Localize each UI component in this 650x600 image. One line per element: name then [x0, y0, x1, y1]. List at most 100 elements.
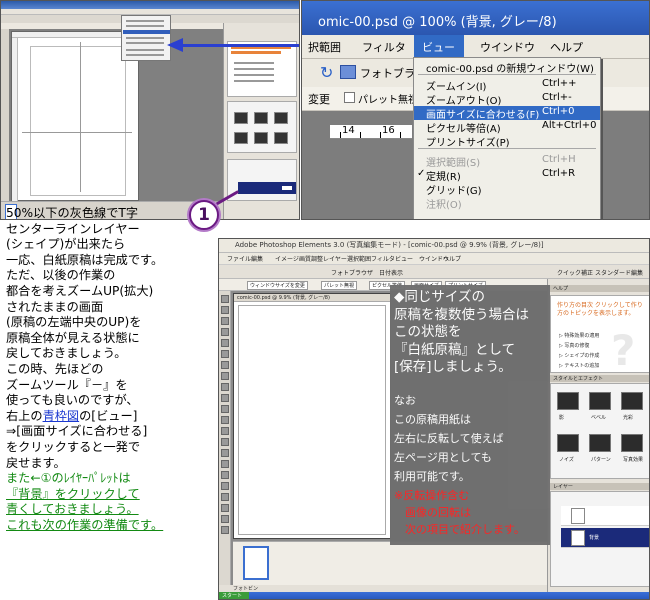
ruler-tick — [380, 132, 381, 138]
tool-icon[interactable] — [221, 317, 229, 325]
tool-icon[interactable] — [221, 449, 229, 457]
style-swatch[interactable] — [621, 392, 643, 410]
view-menu-item[interactable]: グリッド(G) — [414, 182, 600, 197]
tool-icon[interactable] — [221, 394, 229, 402]
style-swatch[interactable] — [557, 434, 579, 452]
note-line: なお — [394, 393, 416, 407]
layer-name: 背景 — [589, 535, 600, 541]
mini-help-line — [234, 68, 274, 70]
date-view-button[interactable]: 日付表示 — [379, 268, 403, 277]
ruler-tick — [340, 132, 341, 138]
help-item[interactable]: ▷ シェイプの作成 — [559, 352, 599, 359]
style-swatch[interactable] — [589, 434, 611, 452]
menu-view[interactable]: ビュー — [414, 35, 464, 59]
style-swatch[interactable] — [557, 392, 579, 410]
note-warning-line: 画像の回転は — [394, 505, 471, 519]
view-menu-item[interactable]: ズームイン(I) Ctrl++ — [414, 78, 600, 93]
quick-fix-button[interactable]: クイック補正 — [557, 268, 593, 277]
tool-icon[interactable] — [221, 427, 229, 435]
styles-panel-header[interactable]: スタイルとエフェクト — [550, 375, 649, 382]
photo-bin-thumbnail[interactable] — [243, 546, 269, 580]
mini-menu-line — [126, 37, 164, 39]
photo-browser-button[interactable]: フォトブラウザ — [331, 268, 373, 277]
view-menu-item[interactable]: 画面サイズに合わせる(F) Ctrl+0 — [414, 106, 600, 121]
mini-layer-selected — [238, 182, 296, 194]
undo-icon[interactable]: ↻ — [320, 63, 333, 82]
instruction-line: ⇒[画面サイズに合わせる] — [6, 424, 148, 439]
tool-icon[interactable] — [221, 493, 229, 501]
menu-filter[interactable]: フィルタ — [362, 39, 406, 55]
layer-tip-line: これも次の作業の準備です。 — [6, 517, 164, 532]
note-warning-line: 次の項目で紹介します。 — [394, 522, 525, 536]
main-menu-item[interactable]: イメージ — [275, 254, 299, 263]
tool-icon[interactable] — [221, 328, 229, 336]
zoom-option-button[interactable]: パレット無視 — [321, 281, 358, 290]
tool-icon[interactable] — [221, 482, 229, 490]
tool-icon[interactable] — [221, 383, 229, 391]
view-menu-item[interactable]: comic-00.psd の新規ウィンドウ(W) — [414, 60, 600, 75]
main-menu-item[interactable]: フィルタ — [371, 254, 395, 263]
start-button[interactable]: スタート — [219, 592, 249, 599]
tool-icon[interactable] — [221, 361, 229, 369]
menu-help[interactable]: ヘルプ — [550, 39, 583, 55]
main-menu-item[interactable]: レイヤー — [323, 254, 347, 263]
view-menu-item[interactable]: ピクセル等倍(A) Alt+Ctrl+0 — [414, 120, 600, 135]
mini-menu-highlight — [123, 30, 170, 34]
main-menu-item[interactable]: 画質調整 — [299, 254, 323, 263]
layer-tip-line: また←①のﾚｲﾔｰﾊﾟﾚｯﾄは — [6, 471, 131, 486]
background-layer-row[interactable]: 背景 — [561, 528, 649, 548]
tool-icon[interactable] — [221, 526, 229, 534]
instruction-line: (シェイプ)が出来たら — [6, 237, 126, 252]
help-item[interactable]: ▷ 写真の修復 — [559, 342, 589, 349]
instruction-line: ズームツール『－』を — [6, 377, 128, 392]
tool-icon[interactable] — [221, 471, 229, 479]
tool-icon[interactable] — [221, 350, 229, 358]
main-menu-item[interactable]: ヘルプ — [443, 254, 461, 263]
tool-icon[interactable] — [221, 438, 229, 446]
note-heading-line: 原稿を複数使う場合は — [394, 306, 529, 323]
layer-row[interactable] — [561, 506, 649, 526]
menu-window[interactable]: ウインドウ — [480, 39, 535, 55]
zoom-option-button[interactable]: ウィンドウサイズを変更 — [247, 281, 308, 290]
tool-icon[interactable] — [221, 460, 229, 468]
help-item[interactable]: ▷ 特殊効果の適用 — [559, 332, 599, 339]
tool-icon[interactable] — [221, 405, 229, 413]
document-window: comic-00.psd @ 9.9% (背景, グレー/8) — [233, 293, 391, 539]
standard-edit-button[interactable]: スタンダード編集 — [595, 268, 643, 277]
view-menu-item[interactable]: プリントサイズ(P) — [414, 134, 600, 149]
photo-browser-icon[interactable] — [340, 65, 356, 79]
note-heading-line: この状態を — [394, 324, 462, 340]
tool-icon[interactable] — [221, 306, 229, 314]
mini-help-panel — [227, 41, 297, 97]
blank-manuscript-page — [238, 305, 386, 535]
styles-panel: 影 ベベル 光彩 ノイズ パターン 写真効果 — [550, 383, 649, 479]
callout-number-1: 1 — [189, 200, 219, 230]
help-panel-header[interactable]: ヘルプ — [550, 285, 649, 292]
ignore-palette-checkbox[interactable] — [344, 92, 355, 103]
blue-frame-link[interactable]: 青枠図 — [43, 409, 80, 423]
main-menu-item[interactable]: ビュー — [395, 254, 413, 263]
view-menu-item-shortcut: Ctrl+H — [542, 154, 576, 165]
note-line: 左ページ用としても — [394, 450, 492, 464]
instruction-line: 戻しておきましょう。 — [6, 346, 127, 361]
help-item[interactable]: ▷ テキストの追加 — [559, 362, 599, 369]
tool-icon[interactable] — [221, 416, 229, 424]
tool-icon[interactable] — [221, 372, 229, 380]
ruler-label: 14 — [342, 125, 355, 136]
main-menu-item[interactable]: 編集 — [251, 254, 263, 263]
style-swatch[interactable] — [589, 392, 611, 410]
tool-icon[interactable] — [221, 295, 229, 303]
main-menu-item[interactable]: 選択範囲 — [347, 254, 371, 263]
menu-select[interactable]: 択範囲 — [308, 39, 341, 55]
tool-icon[interactable] — [221, 339, 229, 347]
main-menu-item[interactable]: ファイル — [227, 254, 251, 263]
tool-icon[interactable] — [221, 504, 229, 512]
layers-panel-header[interactable]: レイヤー — [550, 483, 649, 490]
view-menu-item[interactable]: ズームアウト(O) Ctrl+- — [414, 92, 600, 107]
instruction-line: この時、先ほどの — [6, 361, 104, 376]
view-menu-item[interactable]: ✓ 定規(R) Ctrl+R — [414, 168, 600, 183]
tool-icon[interactable] — [221, 515, 229, 523]
instruction-line: センターラインレイヤー — [6, 221, 140, 236]
style-swatch[interactable] — [621, 434, 643, 452]
instruction-line: 使っても良いのですが、 — [6, 393, 139, 408]
